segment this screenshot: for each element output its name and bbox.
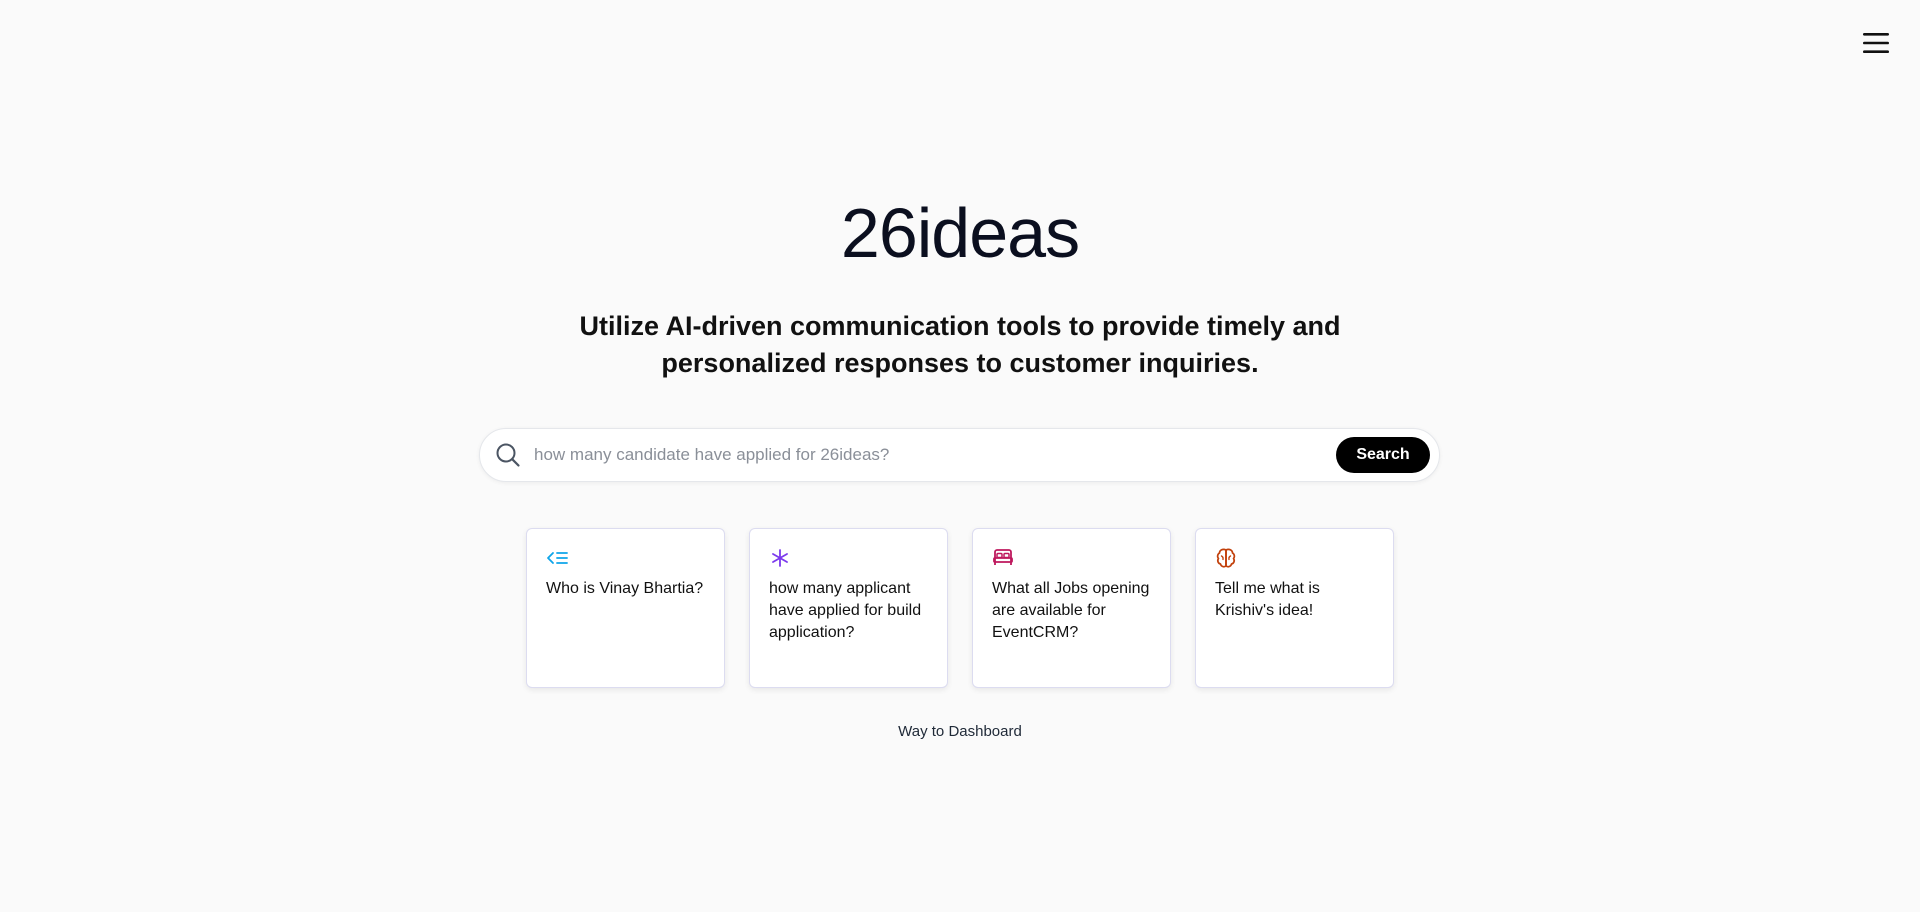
dashboard-link[interactable]: Way to Dashboard bbox=[0, 723, 1920, 740]
asterisk-icon bbox=[769, 547, 791, 569]
search-icon bbox=[494, 441, 522, 469]
list-indent-icon bbox=[546, 547, 568, 569]
search-button[interactable]: Search bbox=[1336, 437, 1430, 473]
suggestion-text: Who is Vinay Bhartia? bbox=[546, 580, 704, 597]
suggestion-card[interactable]: What all Jobs opening are available for … bbox=[972, 528, 1171, 688]
page-subtitle: Utilize AI-driven communication tools to… bbox=[579, 311, 1341, 378]
brain-icon bbox=[1215, 547, 1237, 569]
suggestion-card[interactable]: Who is Vinay Bhartia? bbox=[526, 528, 725, 688]
page-title: 26ideas bbox=[840, 194, 1080, 272]
search-input[interactable] bbox=[532, 434, 1336, 476]
suggestion-card[interactable]: how many applicant have applied for buil… bbox=[749, 528, 948, 688]
suggestion-card[interactable]: Tell me what is Krishiv's idea! bbox=[1195, 528, 1394, 688]
page: 26ideas Utilize AI-driven communication … bbox=[0, 0, 1920, 912]
hamburger-menu-icon[interactable] bbox=[1861, 28, 1891, 58]
search-bar: Search bbox=[479, 428, 1440, 482]
suggestion-cards: Who is Vinay Bhartia? how many applicant… bbox=[526, 528, 1394, 688]
suggestion-text: What all Jobs opening are available for … bbox=[992, 580, 1150, 641]
bed-icon bbox=[992, 547, 1014, 569]
suggestion-text: how many applicant have applied for buil… bbox=[769, 580, 922, 641]
suggestion-text: Tell me what is Krishiv's idea! bbox=[1215, 580, 1320, 619]
